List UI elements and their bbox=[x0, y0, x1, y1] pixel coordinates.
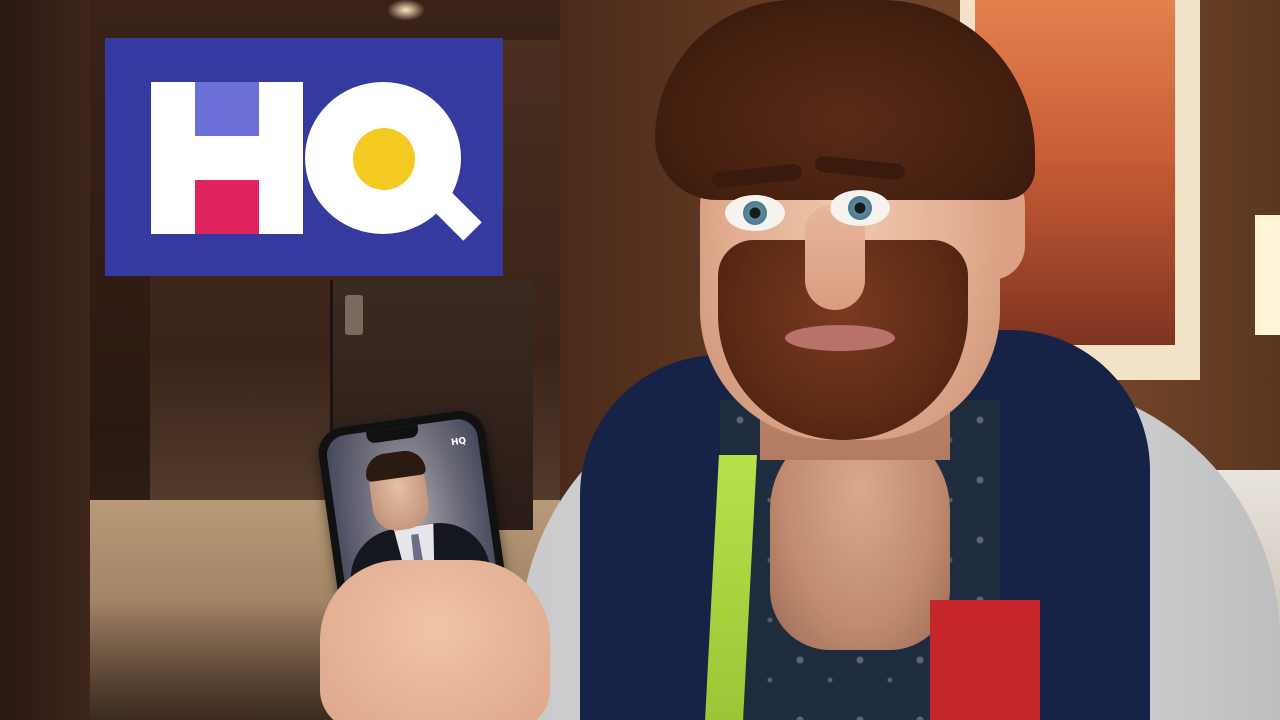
hq-h-crossbar bbox=[195, 136, 259, 180]
door-handle bbox=[345, 295, 363, 335]
phone-app-mark: HQ bbox=[450, 436, 467, 449]
eye-right bbox=[830, 190, 890, 226]
iris-left bbox=[743, 201, 767, 225]
eye-left bbox=[725, 195, 785, 231]
hq-h-top-block bbox=[195, 82, 259, 136]
red-undershirt bbox=[930, 600, 1040, 720]
hand bbox=[320, 560, 550, 720]
table-lamp bbox=[1255, 215, 1280, 335]
iris-right bbox=[848, 196, 872, 220]
mouth bbox=[785, 325, 895, 351]
hq-q-yolk bbox=[353, 128, 415, 190]
ceiling-light bbox=[388, 0, 424, 20]
hq-logo bbox=[105, 38, 503, 276]
photo-scene: HQ bbox=[0, 0, 1280, 720]
wall-pillar bbox=[0, 0, 90, 720]
hq-h-left-bar bbox=[151, 82, 195, 234]
hq-h-right-bar bbox=[259, 82, 303, 234]
hq-h-bottom-block bbox=[195, 180, 259, 234]
